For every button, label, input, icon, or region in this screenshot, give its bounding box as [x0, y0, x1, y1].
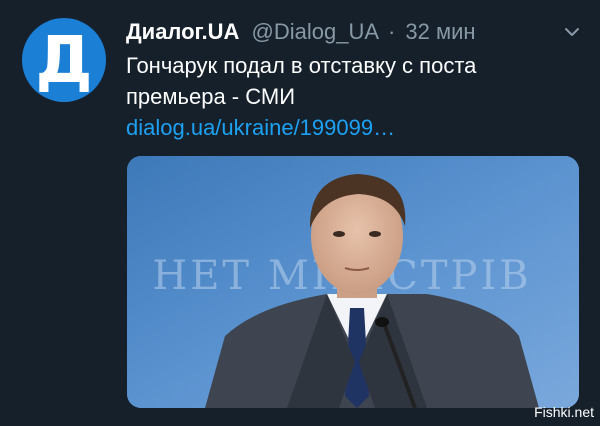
- header-separator: ·: [387, 19, 396, 44]
- tweet-timestamp[interactable]: 32 мин: [405, 19, 475, 44]
- author-handle[interactable]: @Dialog_UA: [252, 19, 378, 44]
- tweet-link[interactable]: dialog.ua/ukraine/199099…: [126, 115, 395, 140]
- chevron-down-icon[interactable]: [562, 22, 582, 42]
- site-watermark: Fishki.net: [534, 404, 594, 420]
- tweet-media-photo[interactable]: НЕТ МІНІСТРІВ: [127, 156, 579, 408]
- media-photo-illustration: НЕТ МІНІСТРІВ: [127, 156, 579, 408]
- tweet-text-body: Гончарук подал в отставку с поста премье…: [126, 53, 477, 109]
- tweet-header: Диалог.UA @Dialog_UA · 32 мин: [126, 18, 580, 46]
- avatar-logo-letter: Д: [35, 24, 93, 98]
- author-avatar[interactable]: Д: [22, 18, 106, 102]
- tweet-text: Гончарук подал в отставку с поста премье…: [126, 50, 566, 143]
- author-name[interactable]: Диалог.UA: [126, 19, 239, 44]
